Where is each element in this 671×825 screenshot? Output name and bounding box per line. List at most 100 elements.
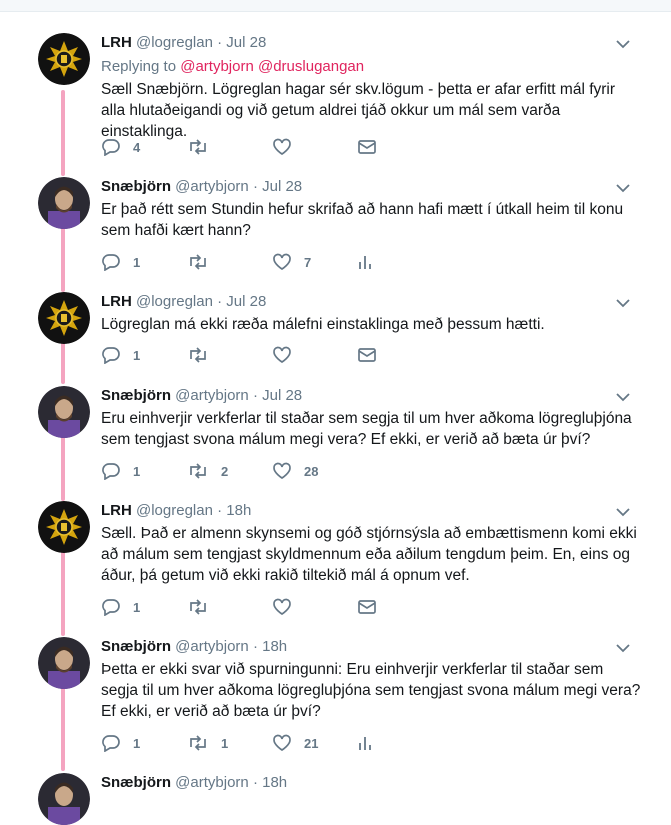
analytics-button[interactable] <box>357 252 373 272</box>
user-handle[interactable]: @logreglan <box>136 34 213 51</box>
tweet-text: Sæll. Það er almenn skynsemi og góð stjó… <box>101 525 637 584</box>
separator-dot: · <box>217 34 223 51</box>
like-button[interactable]: 21 <box>272 733 318 753</box>
display-name[interactable]: Snæbjörn <box>101 638 171 655</box>
avatar-police-badge[interactable] <box>38 33 90 85</box>
separator-dot: · <box>252 178 258 195</box>
user-handle[interactable]: @logreglan <box>136 502 213 519</box>
tweet-actions: 1 7 <box>101 252 501 272</box>
like-count: 7 <box>304 254 312 270</box>
reply-button[interactable]: 1 <box>101 461 140 481</box>
retweet-button[interactable] <box>187 345 221 365</box>
direct-message-button[interactable] <box>357 137 377 157</box>
separator-dot: · <box>252 774 258 791</box>
display-name[interactable]: LRH <box>101 293 132 310</box>
avatar-user-photo[interactable] <box>38 637 90 689</box>
like-button[interactable] <box>272 137 304 157</box>
chevron-down-icon[interactable] <box>615 36 631 52</box>
user-handle[interactable]: @artybjorn <box>175 178 249 195</box>
display-name[interactable]: LRH <box>101 34 132 51</box>
reply-icon <box>102 347 120 364</box>
direct-message-button[interactable] <box>357 345 377 365</box>
user-handle[interactable]: @logreglan <box>136 293 213 310</box>
heart-icon <box>273 138 291 156</box>
display-name[interactable]: Snæbjörn <box>101 178 171 195</box>
like-count: 21 <box>304 735 319 751</box>
separator-dot: · <box>217 293 223 310</box>
tweet-actions: 1 1 21 <box>101 733 501 753</box>
display-name[interactable]: Snæbjörn <box>101 387 171 404</box>
timestamp[interactable]: Jul 28 <box>226 34 266 51</box>
retweet-icon <box>190 735 206 751</box>
reply-count: 1 <box>133 735 141 751</box>
chevron-down-icon[interactable] <box>615 640 631 656</box>
retweet-count: 1 <box>221 735 229 751</box>
tweet-text: Lögreglan má ekki ræða málefni einstakli… <box>101 316 545 333</box>
timestamp[interactable]: Jul 28 <box>226 293 266 310</box>
user-handle[interactable]: @artybjorn <box>175 387 249 404</box>
reply-icon <box>102 735 120 752</box>
timestamp[interactable]: 18h <box>262 774 287 791</box>
mail-icon <box>358 348 376 362</box>
reply-button[interactable]: 1 <box>101 733 140 753</box>
tweet-actions: 4 <box>101 137 501 157</box>
heart-icon <box>273 734 291 752</box>
separator-dot: · <box>252 387 258 404</box>
reply-button[interactable]: 1 <box>101 252 140 272</box>
retweet-icon <box>190 139 206 155</box>
tweet-actions: 1 <box>101 345 501 365</box>
like-button[interactable]: 28 <box>272 461 318 481</box>
reply-icon <box>102 254 120 271</box>
timestamp[interactable]: 18h <box>226 502 251 519</box>
timestamp[interactable]: 18h <box>262 638 287 655</box>
tweet-text: Er það rétt sem Stundin hefur skrifað að… <box>101 201 624 239</box>
tweet-actions: 1 <box>101 597 501 617</box>
replying-to-label: Replying to <box>101 58 177 75</box>
reply-count: 1 <box>133 347 141 363</box>
chevron-down-icon[interactable] <box>615 295 631 311</box>
retweet-button[interactable] <box>187 597 221 617</box>
tweet-text: Þetta er ekki svar við spurningunni: Eru… <box>101 661 641 720</box>
user-handle[interactable]: @artybjorn <box>175 774 249 791</box>
like-button[interactable] <box>272 345 304 365</box>
mail-icon <box>358 600 376 614</box>
display-name[interactable]: Snæbjörn <box>101 774 171 791</box>
like-button[interactable] <box>272 597 304 617</box>
timestamp[interactable]: Jul 28 <box>262 387 302 404</box>
user-handle[interactable]: @artybjorn <box>175 638 249 655</box>
avatar-user-photo[interactable] <box>38 177 90 229</box>
heart-icon <box>273 253 291 271</box>
chevron-down-icon[interactable] <box>615 389 631 405</box>
avatar-user-photo[interactable] <box>38 773 90 825</box>
tweet-text: Eru einhverjir verkferlar til staðar sem… <box>101 410 632 448</box>
separator-dot: · <box>217 502 223 519</box>
reply-button[interactable]: 1 <box>101 345 140 365</box>
reply-count: 4 <box>133 139 141 155</box>
retweet-icon <box>190 254 206 270</box>
mention-link[interactable]: @druslugangan <box>258 58 364 75</box>
heart-icon <box>273 462 291 480</box>
avatar-police-badge[interactable] <box>38 292 90 344</box>
chevron-down-icon[interactable] <box>615 504 631 520</box>
reply-icon <box>102 139 120 156</box>
chevron-down-icon[interactable] <box>615 180 631 196</box>
analytics-button[interactable] <box>357 733 373 753</box>
mention-link[interactable]: @artybjorn <box>180 58 254 75</box>
like-button[interactable]: 7 <box>272 252 311 272</box>
tweet-actions: 1 2 28 <box>101 461 501 481</box>
timestamp[interactable]: Jul 28 <box>262 178 302 195</box>
reply-button[interactable]: 1 <box>101 597 140 617</box>
retweet-button[interactable]: 2 <box>187 461 228 481</box>
separator-dot: · <box>252 638 258 655</box>
retweet-button[interactable]: 1 <box>187 733 228 753</box>
retweet-button[interactable] <box>187 137 221 157</box>
analytics-icon <box>359 256 371 269</box>
avatar-police-badge[interactable] <box>38 501 90 553</box>
display-name[interactable]: LRH <box>101 502 132 519</box>
avatar-user-photo[interactable] <box>38 386 90 438</box>
retweet-button[interactable] <box>187 252 221 272</box>
retweet-icon <box>190 599 206 615</box>
heart-icon <box>273 346 291 364</box>
direct-message-button[interactable] <box>357 597 377 617</box>
reply-button[interactable]: 4 <box>101 137 140 157</box>
